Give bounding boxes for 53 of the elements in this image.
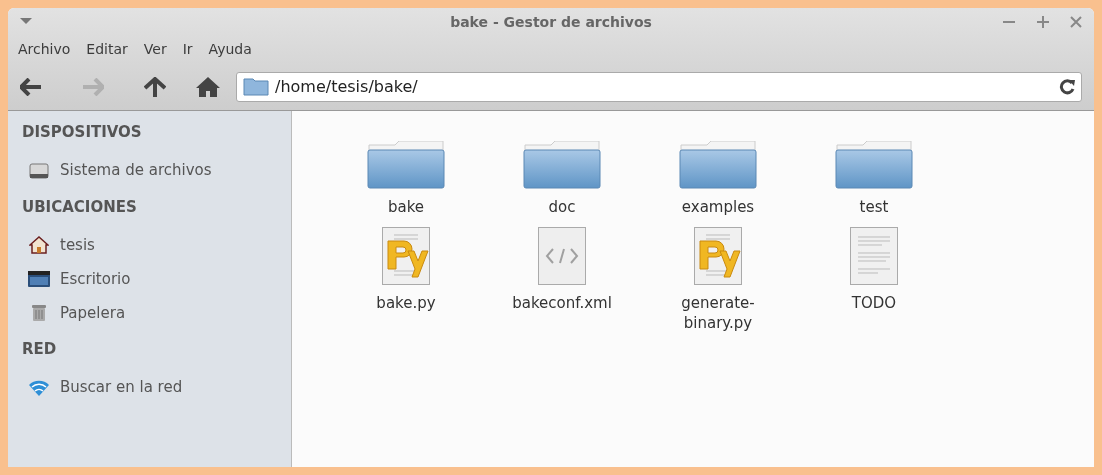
python-file-icon <box>694 227 742 285</box>
menu-item[interactable]: Ayuda <box>200 39 260 60</box>
file-item[interactable]: examples <box>640 129 796 217</box>
location-path: /home/tesis/bake/ <box>275 75 418 98</box>
menu-item[interactable]: Ver <box>135 39 175 60</box>
folder-icon <box>523 141 601 189</box>
file-item[interactable]: test <box>796 129 952 217</box>
sidebar-item[interactable]: Buscar en la red <box>22 370 277 405</box>
file-item[interactable]: TODO <box>796 225 952 333</box>
section-heading: UBICACIONES <box>22 196 138 218</box>
maximize-icon[interactable] <box>1036 15 1050 29</box>
text-file-icon <box>850 227 898 285</box>
close-icon[interactable] <box>1070 16 1082 28</box>
file-item[interactable]: bake <box>328 129 484 217</box>
window-menu-icon[interactable] <box>20 18 32 26</box>
trash-icon <box>31 304 47 322</box>
file-item[interactable]: bake.py <box>328 225 484 333</box>
location-field[interactable]: /home/tesis/bake/ <box>236 71 1082 102</box>
sidebar-item[interactable]: Escritorio <box>22 262 277 296</box>
hard-drive-icon <box>29 161 49 180</box>
file-item[interactable]: doc <box>484 129 640 217</box>
folder-icon <box>835 141 913 189</box>
file-name: bake.py <box>375 293 437 313</box>
menu-item[interactable]: Ir <box>174 39 201 60</box>
window-title: bake - Gestor de archivos <box>450 12 652 32</box>
back-arrow-icon[interactable] <box>20 77 42 96</box>
section-heading: RED <box>22 339 58 360</box>
file-name: doc <box>547 197 577 217</box>
file-item[interactable]: bakeconf.xml <box>484 225 640 333</box>
folder-icon <box>243 77 269 96</box>
folder-icon <box>679 141 757 189</box>
sidebar-item[interactable]: Sistema de archivos <box>22 153 277 188</box>
file-name: bake <box>386 197 426 217</box>
reload-icon[interactable] <box>1059 78 1075 95</box>
wifi-icon <box>29 379 49 396</box>
up-arrow-icon[interactable] <box>144 76 166 97</box>
python-file-icon <box>382 227 430 285</box>
section-heading: DISPOSITIVOS <box>22 122 143 143</box>
menu-item[interactable]: Archivo <box>10 39 79 60</box>
house-icon <box>29 236 49 254</box>
folder-icon <box>367 141 445 189</box>
desktop-icon <box>28 271 50 287</box>
file-name: generate-binary.py <box>680 293 756 333</box>
sidebar-item[interactable]: Papelera <box>22 296 277 330</box>
file-name: examples <box>680 197 756 217</box>
code-file-icon <box>538 227 586 285</box>
file-item[interactable]: generate-binary.py <box>640 225 796 333</box>
menu-item[interactable]: Editar <box>78 39 136 60</box>
file-name: test <box>858 197 890 217</box>
sidebar-item[interactable]: tesis <box>22 228 277 262</box>
file-name: bakeconf.xml <box>511 293 613 313</box>
file-name: TODO <box>850 293 898 313</box>
home-icon[interactable] <box>196 76 220 97</box>
